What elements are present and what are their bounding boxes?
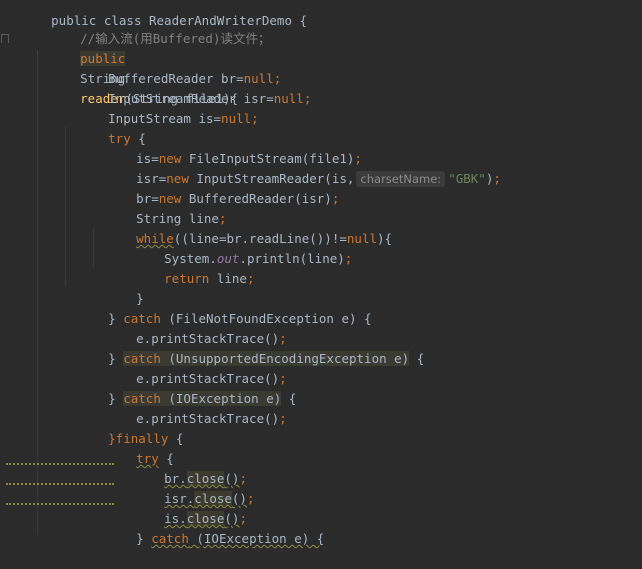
code-editor[interactable]: public class ReaderAndWriterDemo { //输入流… [0,0,642,546]
semicolon: ; [303,91,312,106]
semicolon: ; [251,111,259,126]
code-line: System.out.println(line); [119,229,352,266]
code-line: is=new FileInputStream(file1); [91,129,362,166]
semicolon: ; [279,411,287,426]
code-line: try { [63,109,146,146]
code-line: } [91,269,144,306]
code-line: br=new BufferedReader(isr); [91,169,339,206]
code-line: e.printStackTrace(); [91,309,287,346]
parameter-hint: charsetName: [356,171,446,187]
null-literal: null [221,111,252,126]
null-literal: null [273,91,304,106]
code-line: e.printStackTrace(); [91,349,287,386]
code-line: public String reader(String file1){ [35,29,238,106]
code-line: is.close(); [119,489,247,526]
code-line: e.printStackTrace(); [91,389,287,426]
warning-underline [6,479,114,485]
return-keyword: return [164,271,210,286]
code-line: return line; [119,249,254,286]
code-line: //输入流(用Buffered)读文件； [35,9,270,46]
code-line: try { [91,429,174,466]
code-line: BufferedReader br=null; [63,49,281,86]
println-call: .println(line) [239,251,345,266]
brace: { [409,351,425,366]
code-line: while((line=br.readLine())!=null){ [91,209,392,246]
code-line: InputStreamReader isr=null; [63,69,311,106]
semicolon: ; [246,491,255,506]
code-line: br.close(); [119,449,247,486]
code-line: String line; [91,189,226,226]
code-line: } catch (UnsupportedEncodingException e)… [63,329,424,366]
catch-keyword: catch [151,531,189,546]
semicolon: ; [493,171,501,186]
return-value: line [209,271,247,286]
semicolon: ; [344,251,353,266]
code-line: } catch (FileNotFoundException e) { [63,289,371,326]
code-line: isr=new InputStreamReader(is, charsetName… [91,149,501,187]
semicolon: ; [331,191,340,206]
code-line: InputStream is=null; [63,89,259,126]
warning-underline [6,499,114,505]
code-line: isr.close(); [119,469,255,506]
while-condition-end: ){ [377,231,393,246]
brace: } [136,531,152,546]
warning-underline [6,459,114,465]
semicolon: ; [246,271,255,286]
code-line: } catch (IOException e) { [63,369,296,406]
code-line: }finally { [63,409,183,446]
editor-gutter [0,0,10,535]
catch-clause: (IOException e) { [188,531,325,546]
charset-string: "GBK" [448,171,486,186]
code-line: } catch (IOException e) { [91,509,324,546]
